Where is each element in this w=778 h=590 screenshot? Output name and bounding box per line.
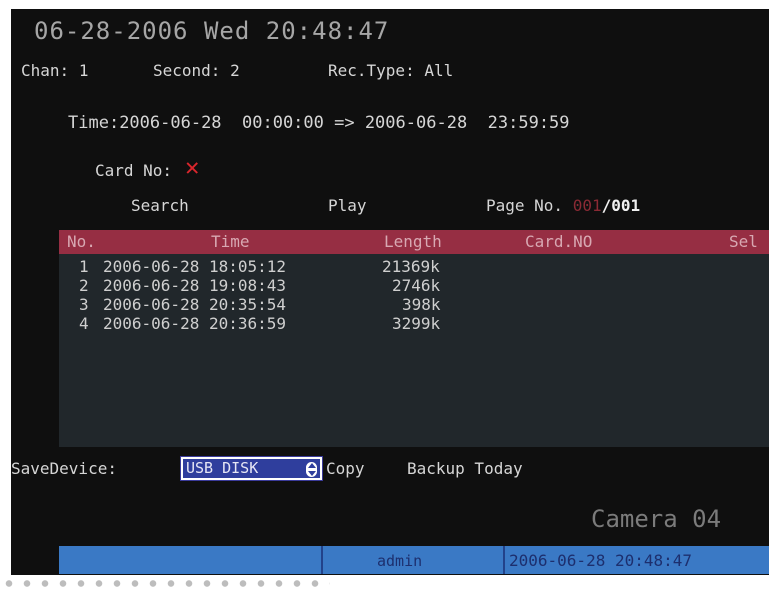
- row-length: 398k: [402, 295, 441, 314]
- row-no: 4: [79, 314, 89, 333]
- row-time: 2006-06-28 19:08:43: [103, 276, 287, 295]
- status-divider: [503, 546, 505, 574]
- status-user: admin: [377, 552, 423, 570]
- table-row[interactable]: 2 2006-06-28 19:08:43 2746k: [59, 276, 769, 295]
- backup-today-button[interactable]: Backup Today: [407, 459, 523, 478]
- rectype-field[interactable]: Rec.Type: All: [328, 61, 453, 80]
- chan-label: Chan:: [21, 61, 70, 80]
- time-label: Time:: [68, 113, 120, 133]
- second-field[interactable]: Second: 2: [153, 61, 240, 80]
- table-row[interactable]: 4 2006-06-28 20:36:59 3299k: [59, 314, 769, 333]
- time-range-field[interactable]: Time:2006-06-28 00:00:00 => 2006-06-28 2…: [68, 113, 570, 133]
- time-range-value: 2006-06-28 00:00:00 => 2006-06-28 23:59:…: [119, 113, 570, 133]
- search-button[interactable]: Search: [131, 196, 189, 215]
- dvr-playback-screen: 06-28-2006 Wed 20:48:47 Chan: 1 Second: …: [11, 9, 769, 575]
- second-value: 2: [230, 61, 240, 80]
- camera-label: Camera 04: [591, 505, 722, 533]
- row-time: 2006-06-28 20:36:59: [103, 314, 287, 333]
- row-length: 3299k: [392, 314, 441, 333]
- spinner-updown-icon[interactable]: [306, 462, 317, 477]
- play-button[interactable]: Play: [328, 196, 367, 215]
- rectype-value: All: [424, 61, 454, 80]
- osd-date: 06-28-2006: [34, 17, 189, 45]
- status-divider: [321, 546, 323, 574]
- table-header: No. Time Length Card.NO Sel: [59, 230, 769, 254]
- card-no-label: Card No:: [95, 161, 173, 180]
- header-time: Time: [211, 232, 250, 251]
- chan-value: 1: [78, 61, 89, 80]
- card-no-field[interactable]: Card No:: [95, 161, 172, 180]
- save-device-select[interactable]: USB DISK: [180, 456, 323, 481]
- page-sep: /: [601, 196, 612, 215]
- row-no: 2: [79, 276, 89, 295]
- osd-clock: 20:48:47: [265, 17, 390, 45]
- page-total: 001: [611, 196, 641, 215]
- osd-datetime: 06-28-2006 Wed 20:48:47: [34, 17, 389, 45]
- x-mark-icon: ✕: [185, 153, 200, 181]
- header-sel: Sel: [729, 232, 758, 251]
- rectype-label: Rec.Type:: [328, 61, 415, 80]
- header-no: No.: [67, 232, 96, 251]
- save-device-value: USB DISK: [186, 459, 259, 477]
- status-datetime: 2006-06-28 20:48:47: [509, 551, 693, 570]
- table-row[interactable]: 3 2006-06-28 20:35:54 398k: [59, 295, 769, 314]
- header-length: Length: [384, 232, 442, 251]
- row-time: 2006-06-28 18:05:12: [103, 257, 287, 276]
- copy-button[interactable]: Copy: [326, 459, 365, 478]
- page-number[interactable]: Page No. 001/001: [486, 196, 640, 215]
- row-length: 2746k: [392, 276, 441, 295]
- osd-weekday: Wed: [203, 17, 251, 45]
- page-footer-dots: [0, 577, 330, 590]
- row-no: 1: [79, 257, 89, 276]
- status-bar: admin 2006-06-28 20:48:47: [59, 546, 769, 574]
- save-device-label: SaveDevice:: [11, 459, 117, 478]
- chan-field[interactable]: Chan: 1: [21, 61, 88, 80]
- row-time: 2006-06-28 20:35:54: [103, 295, 287, 314]
- page-label: Page No.: [486, 196, 564, 215]
- second-label: Second:: [153, 61, 221, 80]
- record-list: 1 2006-06-28 18:05:12 21369k 2 2006-06-2…: [59, 254, 769, 447]
- header-card-no: Card.NO: [525, 232, 593, 251]
- table-row[interactable]: 1 2006-06-28 18:05:12 21369k: [59, 257, 769, 276]
- page-current: 001: [572, 196, 602, 215]
- row-length: 21369k: [382, 257, 440, 276]
- row-no: 3: [79, 295, 89, 314]
